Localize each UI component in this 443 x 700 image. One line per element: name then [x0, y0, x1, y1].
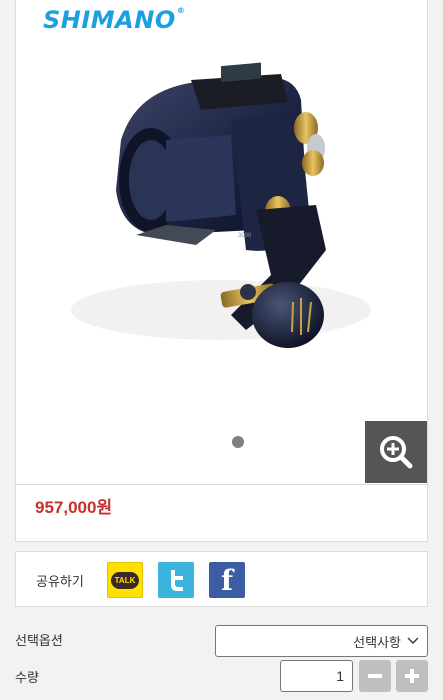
product-price: 957,000원 [35, 498, 113, 517]
minus-icon [368, 674, 382, 678]
quantity-input[interactable] [280, 660, 353, 692]
kakaotalk-icon: TALK [110, 571, 140, 589]
option-select[interactable]: 선택사항 [215, 625, 428, 657]
twitter-share-button[interactable] [158, 562, 194, 598]
fishing-reel-illustration: 3000 [71, 62, 371, 348]
zoom-in-icon [380, 436, 413, 469]
share-label: 공유하기 [36, 574, 84, 589]
facebook-share-button[interactable]: f [209, 562, 245, 598]
option-label: 선택옵션 [15, 633, 63, 648]
quantity-label: 수량 [15, 670, 39, 685]
chevron-down-icon [407, 637, 419, 644]
plus-icon [405, 669, 419, 683]
brand-logo: SHIMANO® [43, 6, 185, 34]
twitter-icon [171, 570, 183, 591]
registered-mark: ® [176, 6, 186, 15]
brand-logo-text: SHIMANO [43, 6, 176, 34]
facebook-icon: f [220, 563, 234, 597]
reel-model-marking: 3000 [238, 233, 252, 239]
product-image[interactable]: 3000 [16, 40, 427, 480]
price-divider [15, 484, 428, 485]
option-select-value: 선택사항 [353, 634, 401, 650]
kakaotalk-share-button[interactable]: TALK [107, 562, 143, 598]
quantity-decrease-button[interactable] [359, 660, 391, 692]
carousel-indicator-dot[interactable] [232, 436, 244, 448]
share-section: 공유하기 TALK f [15, 551, 428, 607]
quantity-increase-button[interactable] [396, 660, 428, 692]
zoom-button[interactable] [365, 421, 427, 483]
